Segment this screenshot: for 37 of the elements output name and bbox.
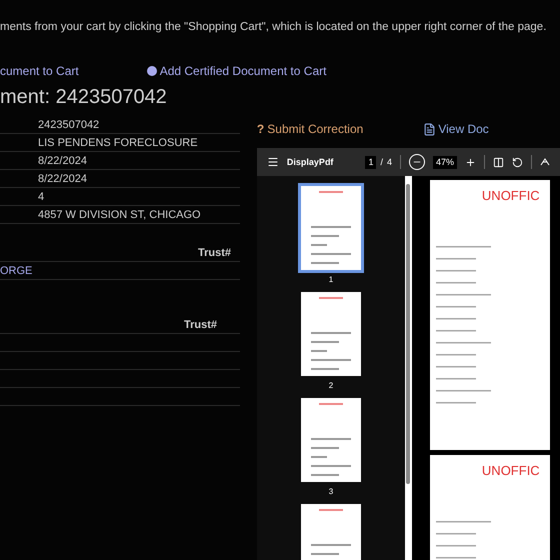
thumbnail-label: 2 — [328, 380, 334, 392]
party-link[interactable]: ORGE — [0, 262, 32, 279]
page-heading: UNOFFIC — [482, 187, 541, 206]
page-thumbnail[interactable] — [300, 398, 361, 482]
page-heading: UNOFFIC — [482, 462, 541, 480]
detail-value: LIS PENDENS FORECLOSURE — [38, 136, 198, 150]
document-heading: ment: 2423507042 — [0, 85, 168, 110]
detail-value: 8/22/2024 — [38, 154, 87, 168]
detail-value: 4 — [38, 190, 44, 204]
menu-icon[interactable] — [266, 156, 279, 168]
detail-value: 2423507042 — [38, 118, 100, 132]
page-thumbnail[interactable] — [300, 186, 361, 270]
add-to-cart-link[interactable]: cument to Cart — [0, 62, 79, 80]
zoom-in-icon[interactable] — [465, 156, 476, 168]
view-document-link[interactable]: View Doc — [423, 120, 489, 138]
scrollbar[interactable] — [404, 176, 412, 560]
submit-correction-link[interactable]: ? Submit Correction — [256, 120, 364, 138]
page-number-field[interactable]: 1 — [365, 156, 376, 169]
detail-value: 8/22/2024 — [38, 172, 87, 186]
add-to-cart-link[interactable]: Add Certified Document to Cart — [146, 62, 326, 80]
fit-page-icon[interactable] — [493, 156, 504, 168]
pdf-title: DisplayPdf — [286, 156, 334, 169]
column-header: Trust# — [184, 318, 218, 332]
annotate-icon[interactable] — [540, 157, 550, 168]
thumbnail-label: 3 — [328, 486, 334, 498]
zoom-field[interactable]: 47% — [432, 156, 457, 169]
page-separator: / — [380, 156, 383, 168]
column-header: Trust# — [198, 246, 232, 260]
detail-value: 4857 W DIVISION ST, CHICAGO — [38, 208, 201, 222]
thumbnail-label: 1 — [328, 274, 334, 286]
badge-icon — [146, 66, 157, 76]
zoom-out-button[interactable] — [408, 154, 425, 170]
pdf-icon — [423, 122, 436, 136]
page-count: 4 — [386, 156, 392, 168]
page-thumbnail[interactable] — [300, 292, 361, 376]
notice-text: ments from your cart by clicking the "Shopping Cart", which is located on the upper right corner of the page. — [0, 20, 548, 35]
rotate-icon[interactable] — [512, 156, 523, 168]
